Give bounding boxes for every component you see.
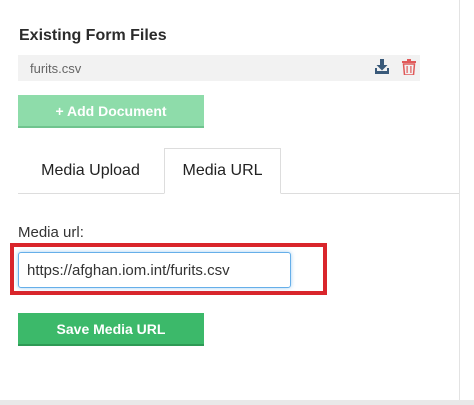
file-row: furits.csv <box>18 55 420 81</box>
form-files-panel: Existing Form Files furits.csv + Add Doc… <box>0 0 460 400</box>
save-media-url-button[interactable]: Save Media URL <box>18 313 204 346</box>
media-url-label: Media url: <box>18 224 84 241</box>
trash-icon[interactable] <box>402 59 416 76</box>
file-name: furits.csv <box>30 61 82 76</box>
panel-border-bottom <box>0 400 474 405</box>
media-url-input[interactable] <box>18 252 291 288</box>
panel-border-right <box>459 0 460 400</box>
section-title: Existing Form Files <box>19 27 167 44</box>
tab-media-upload[interactable]: Media Upload <box>18 148 163 193</box>
add-document-button[interactable]: + Add Document <box>18 95 204 128</box>
download-icon[interactable] <box>374 59 390 75</box>
tab-media-url[interactable]: Media URL <box>164 148 281 194</box>
